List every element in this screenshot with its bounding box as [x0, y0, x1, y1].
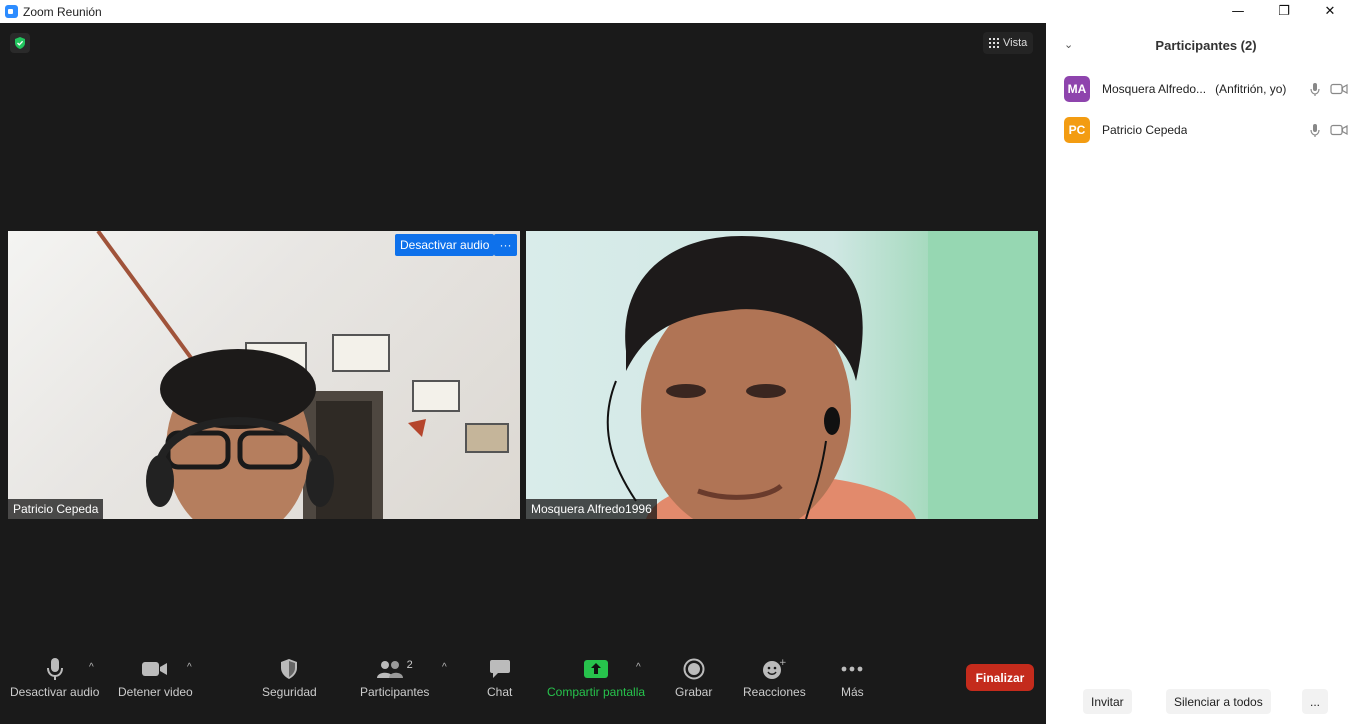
participant-role: (Anfitrión, yo) — [1215, 82, 1287, 96]
share-screen-button[interactable]: Compartir pantalla — [547, 656, 645, 699]
close-button[interactable]: ✕ — [1307, 0, 1353, 23]
microphone-icon[interactable] — [1310, 82, 1320, 97]
record-button[interactable]: Grabar — [675, 656, 712, 699]
mute-all-button[interactable]: Silenciar a todos — [1166, 689, 1271, 714]
security-label: Seguridad — [262, 685, 317, 699]
restore-button[interactable]: ❐ — [1261, 0, 1307, 23]
record-icon — [683, 656, 705, 682]
stop-video-label: Detener video — [118, 685, 193, 699]
tile-more-button[interactable]: ··· — [494, 234, 517, 256]
participant-name: Patricio Cepeda — [1102, 123, 1188, 137]
video-camera-icon[interactable] — [1330, 124, 1348, 136]
reactions-button[interactable]: + Reacciones — [743, 656, 806, 699]
title-bar: Zoom Reunión — ❐ ✕ — [0, 0, 1353, 23]
video-frame-1 — [96, 231, 509, 519]
participant-name: Mosquera Alfredo... — [1102, 82, 1207, 96]
meeting-toolbar: Desactivar audio ^ Detener video ^ Segur… — [0, 644, 1046, 724]
participant-status-icons — [1310, 123, 1348, 138]
reactions-label: Reacciones — [743, 685, 806, 699]
record-label: Grabar — [675, 685, 713, 699]
mute-label: Desactivar audio — [10, 685, 100, 699]
minimize-button[interactable]: — — [1215, 0, 1261, 23]
audio-options-chevron-icon[interactable]: ^ — [89, 662, 94, 673]
video-camera-icon[interactable] — [1330, 83, 1348, 95]
more-button[interactable]: Más — [841, 656, 864, 699]
tile-name-tag: Mosquera Alfredo1996 — [526, 499, 657, 519]
panel-title: Participantes (2) — [1155, 38, 1257, 53]
grid-icon — [989, 38, 999, 48]
video-options-chevron-icon[interactable]: ^ — [187, 662, 192, 673]
chat-bubble-icon — [489, 656, 511, 682]
participants-count: 2 — [406, 659, 413, 671]
video-camera-icon — [142, 656, 168, 682]
more-dots-icon — [841, 656, 863, 682]
shield-icon — [279, 656, 299, 682]
share-screen-label: Compartir pantalla — [547, 685, 646, 699]
participants-icon: 2 — [376, 656, 413, 682]
window-title: Zoom Reunión — [23, 4, 102, 19]
encryption-shield-icon[interactable] — [10, 33, 30, 53]
security-button[interactable]: Seguridad — [262, 656, 317, 699]
chat-label: Chat — [487, 685, 513, 699]
view-button[interactable]: Vista — [983, 32, 1034, 54]
share-options-chevron-icon[interactable]: ^ — [636, 662, 641, 673]
tile-name-tag: Patricio Cepeda — [8, 499, 104, 519]
chat-button[interactable]: Chat — [487, 656, 512, 699]
emoji-plus-icon: + — [762, 656, 786, 682]
svg-text:+: + — [779, 658, 786, 668]
participant-status-icons — [1310, 82, 1348, 97]
participants-options-chevron-icon[interactable]: ^ — [442, 662, 447, 673]
more-label: Más — [841, 685, 864, 699]
stop-video-button[interactable]: Detener video — [118, 656, 193, 699]
panel-more-button[interactable]: ... — [1302, 689, 1329, 714]
microphone-icon[interactable] — [1310, 123, 1320, 138]
participants-panel: ⌄ Participantes (2) MA Mosquera Alfredo.… — [1046, 23, 1353, 724]
end-meeting-button[interactable]: Finalizar — [966, 664, 1034, 691]
share-screen-icon — [583, 656, 609, 682]
video-tile-patricio[interactable]: Desactivar audio ··· Patricio Cepeda — [8, 231, 520, 519]
participant-row[interactable]: PC Patricio Cepeda — [1064, 117, 1353, 143]
window-controls: — ❐ ✕ — [1215, 0, 1353, 23]
meeting-area: Vista Desactivar audio ··· Patricio Cepe… — [0, 23, 1046, 724]
participants-label: Participantes — [360, 685, 430, 699]
avatar: PC — [1064, 117, 1090, 143]
zoom-logo-icon — [5, 5, 18, 18]
view-label: Vista — [1003, 37, 1028, 49]
mute-button[interactable]: Desactivar audio — [10, 656, 99, 699]
participant-row[interactable]: MA Mosquera Alfredo... (Anfitrión, yo) — [1064, 76, 1353, 102]
invite-button[interactable]: Invitar — [1083, 689, 1132, 714]
microphone-icon — [46, 656, 64, 682]
avatar: MA — [1064, 76, 1090, 102]
participants-button[interactable]: 2 Participantes — [360, 656, 429, 699]
video-frame-2 — [606, 231, 1038, 519]
tile-mute-button[interactable]: Desactivar audio — [395, 234, 495, 256]
video-tile-mosquera[interactable]: Mosquera Alfredo1996 — [526, 231, 1038, 519]
